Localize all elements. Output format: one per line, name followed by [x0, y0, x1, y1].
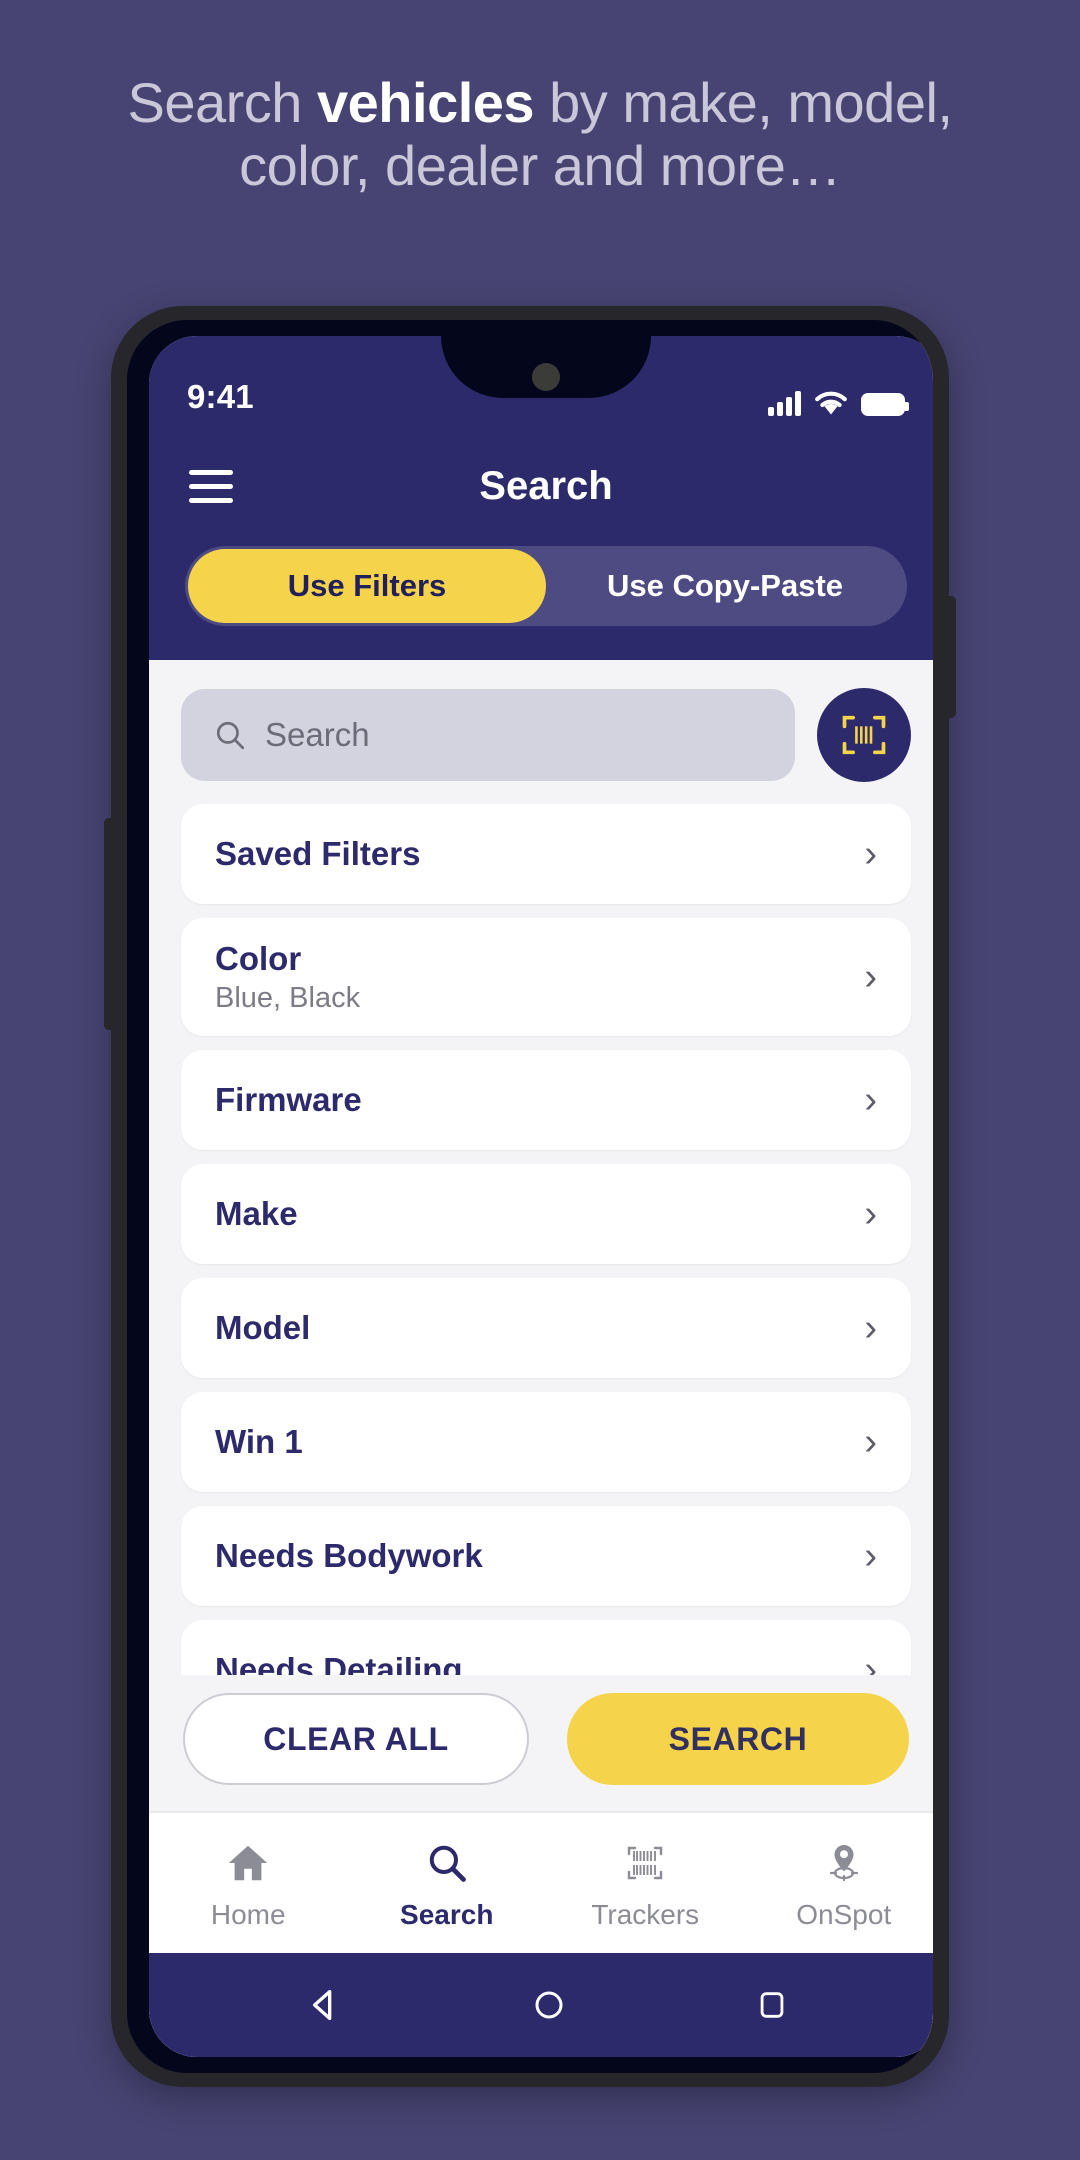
search-row: Search — [149, 660, 933, 802]
filter-label: Win 1 — [215, 1423, 303, 1460]
chevron-right-icon: › — [864, 1307, 877, 1349]
barcode-scan-icon — [842, 715, 886, 755]
back-triangle-icon[interactable] — [303, 1985, 343, 2025]
nav-label: Trackers — [591, 1899, 700, 1930]
segmented-control: Use Filters Use Copy-Paste — [185, 546, 907, 626]
promo-line-1: Search vehicles by make, model, — [128, 71, 953, 134]
main-content: Search Saved Filters › Color Blue, Black… — [149, 660, 933, 2057]
action-buttons: CLEAR ALL SEARCH — [149, 1675, 933, 1811]
filter-label: Needs Detailing — [215, 1651, 463, 1675]
status-time: 9:41 — [187, 378, 254, 415]
search-input[interactable]: Search — [181, 689, 795, 781]
nav-label: Home — [210, 1899, 286, 1930]
filter-row-win-1[interactable]: Win 1 › — [181, 1392, 911, 1492]
home-circle-icon[interactable] — [531, 1987, 567, 2023]
nav-item-search[interactable]: Search — [348, 1835, 547, 1931]
bottom-navigation: Home Search Trackers OnSpot — [149, 1811, 933, 1953]
phone-screen: 9:41 Search Use Filters Use Copy-Paste S… — [149, 336, 933, 2057]
search-placeholder: Search — [265, 716, 370, 753]
barcode-scan-button[interactable] — [817, 688, 911, 782]
phone-bezel: 9:41 Search Use Filters Use Copy-Paste S… — [127, 320, 933, 2073]
tab-bar: Use Filters Use Copy-Paste — [149, 540, 933, 660]
filter-label: Needs Bodywork — [215, 1537, 483, 1574]
filter-label: Make — [215, 1195, 298, 1232]
filter-row-needs-detailing[interactable]: Needs Detailing › — [181, 1620, 911, 1675]
filter-value: Blue, Black — [215, 981, 361, 1014]
filter-row-color[interactable]: Color Blue, Black › — [181, 918, 911, 1036]
tab-use-filters[interactable]: Use Filters — [188, 549, 546, 623]
filter-label: Color — [215, 939, 302, 977]
battery-full-icon — [861, 393, 909, 416]
filter-row-saved-filters[interactable]: Saved Filters › — [181, 804, 911, 904]
front-camera-icon — [532, 363, 560, 391]
promo-headline: Search vehicles by make, model, color, d… — [0, 71, 1080, 197]
hamburger-menu-icon[interactable] — [189, 469, 233, 503]
promo-prefix: Search — [127, 71, 318, 134]
tab-use-copy-paste[interactable]: Use Copy-Paste — [546, 549, 904, 623]
chevron-right-icon: › — [864, 1079, 877, 1121]
promo-line-2: color, dealer and more… — [239, 133, 841, 197]
filter-row-needs-bodywork[interactable]: Needs Bodywork › — [181, 1506, 911, 1606]
search-button[interactable]: SEARCH — [567, 1693, 909, 1785]
search-icon — [216, 721, 245, 750]
filter-row-model[interactable]: Model › — [181, 1278, 911, 1378]
clear-all-button[interactable]: CLEAR ALL — [183, 1693, 529, 1785]
chevron-right-icon: › — [864, 956, 877, 998]
wifi-icon — [815, 391, 847, 415]
chevron-right-icon: › — [864, 1421, 877, 1463]
recents-square-icon[interactable] — [755, 1988, 789, 2022]
page-title: Search — [479, 463, 613, 508]
phone-mockup: 9:41 Search Use Filters Use Copy-Paste S… — [104, 306, 956, 2087]
status-icons — [768, 390, 909, 416]
promo-bold-word: vehicles — [317, 71, 535, 134]
filter-label: Model — [215, 1309, 311, 1346]
search-icon — [425, 1835, 469, 1891]
nav-item-home[interactable]: Home — [149, 1835, 348, 1931]
chevron-right-icon: › — [864, 1193, 877, 1235]
chevron-right-icon: › — [864, 1649, 877, 1675]
volume-button[interactable] — [104, 818, 115, 1030]
home-icon — [225, 1835, 271, 1891]
filter-row-firmware[interactable]: Firmware › — [181, 1050, 911, 1150]
barcode-icon — [621, 1835, 669, 1891]
cellular-signal-icon — [768, 390, 801, 416]
filter-label: Firmware — [215, 1081, 362, 1118]
nav-item-trackers[interactable]: Trackers — [546, 1835, 745, 1931]
nav-label: OnSpot — [796, 1899, 892, 1930]
promo-suffix: by make, model, — [534, 71, 953, 134]
system-navigation-bar — [149, 1953, 933, 2057]
filter-list: Saved Filters › Color Blue, Black › Firm… — [149, 802, 933, 1675]
power-button[interactable] — [945, 596, 956, 718]
nav-label: Search — [400, 1899, 494, 1930]
filter-row-make[interactable]: Make › — [181, 1164, 911, 1264]
filter-label: Saved Filters — [215, 835, 421, 872]
chevron-right-icon: › — [864, 1535, 877, 1577]
location-pin-icon — [820, 1835, 868, 1891]
app-bar: Search — [149, 432, 933, 540]
chevron-right-icon: › — [864, 833, 877, 875]
status-bar: 9:41 — [149, 336, 933, 432]
nav-item-onspot[interactable]: OnSpot — [745, 1835, 934, 1931]
